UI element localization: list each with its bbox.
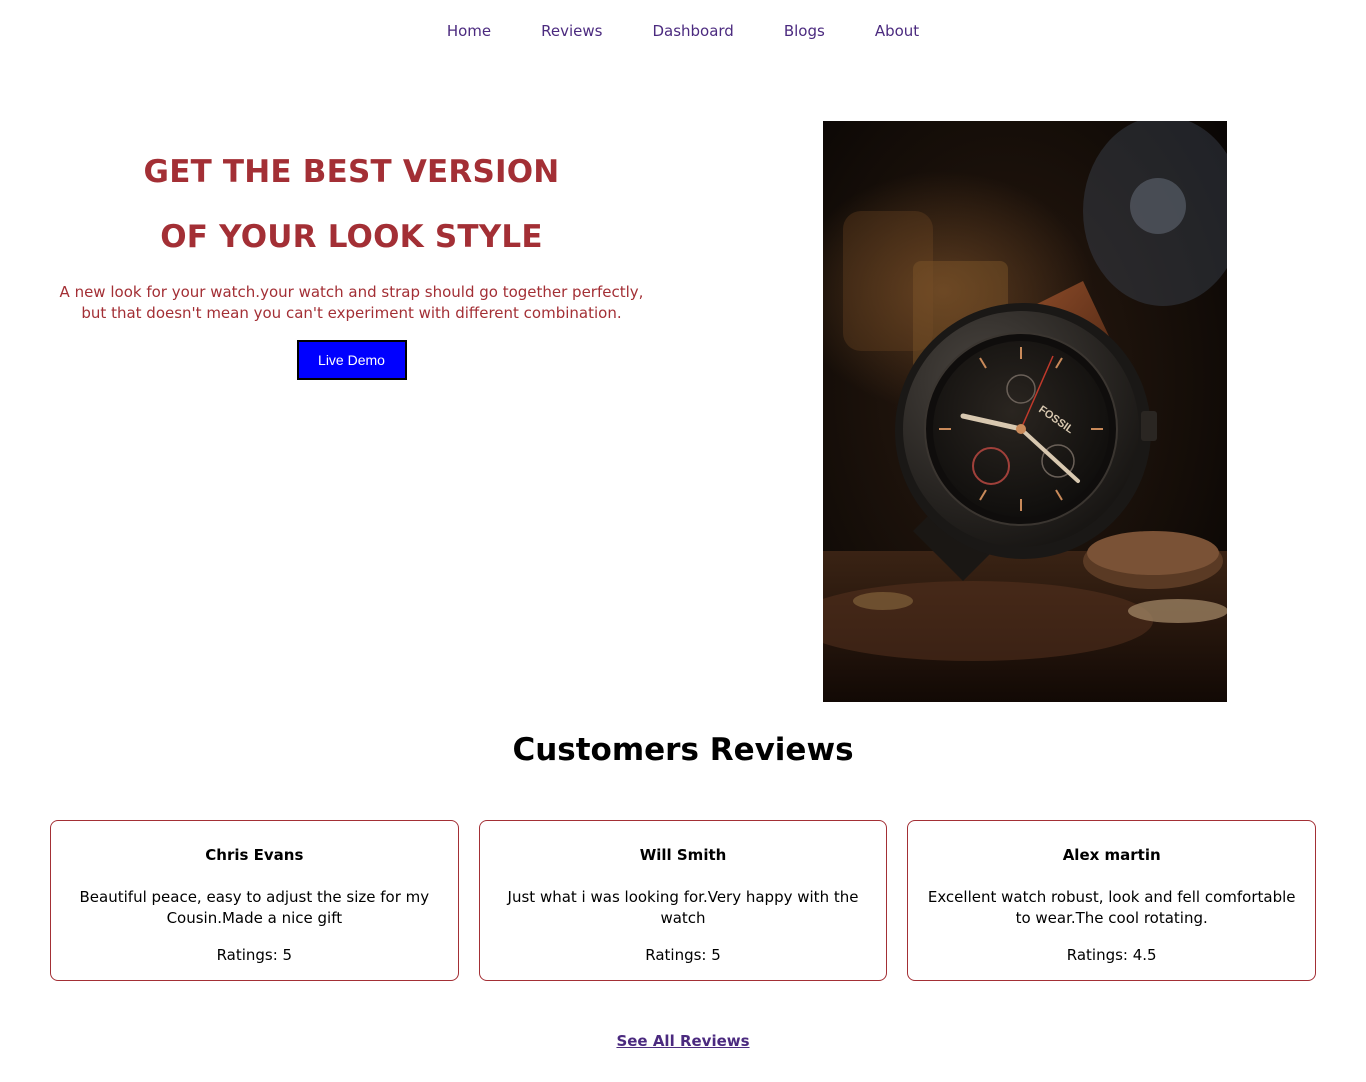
reviewer-name: Will Smith — [639, 846, 727, 864]
reviewer-name: Alex martin — [1062, 846, 1161, 864]
top-nav: Home Reviews Dashboard Blogs About — [0, 20, 1366, 42]
nav-dashboard[interactable]: Dashboard — [652, 20, 733, 42]
review-rating: Ratings: 5 — [645, 946, 721, 964]
hero-title-line2: OF YOUR LOOK STYLE — [160, 219, 543, 255]
nav-about[interactable]: About — [875, 20, 919, 42]
hero-description: A new look for your watch.your watch and… — [59, 283, 644, 322]
review-rating: Ratings: 4.5 — [1066, 946, 1157, 964]
watch-illustration: FOSSIL — [823, 121, 1227, 702]
review-text: Excellent watch robust, look and fell co… — [927, 888, 1296, 927]
review-text: Beautiful peace, easy to adjust the size… — [79, 888, 430, 927]
nav-reviews[interactable]: Reviews — [541, 20, 602, 42]
live-demo-button[interactable]: Live Demo — [296, 340, 407, 380]
hero-section: GET THE BEST VERSION OF YOUR LOOK STYLE … — [40, 140, 663, 380]
see-all-container: See All Reviews — [0, 1031, 1366, 1050]
review-card: Alex martin Excellent watch robust, look… — [907, 820, 1317, 981]
review-card: Chris Evans Beautiful peace, easy to adj… — [50, 820, 459, 981]
review-cards: Chris Evans Beautiful peace, easy to adj… — [50, 820, 1317, 981]
hero-title-line1: GET THE BEST VERSION — [143, 154, 560, 190]
review-card: Will Smith Just what i was looking for.V… — [478, 820, 888, 981]
nav-blogs[interactable]: Blogs — [784, 20, 825, 42]
review-text: Just what i was looking for.Very happy w… — [507, 888, 859, 927]
see-all-reviews-link[interactable]: See All Reviews — [616, 1032, 749, 1050]
review-rating: Ratings: 5 — [216, 946, 293, 964]
nav-home[interactable]: Home — [447, 20, 491, 42]
reviewer-name: Chris Evans — [205, 846, 304, 864]
watch-photo: FOSSIL — [823, 121, 1227, 702]
reviews-title: Customers Reviews — [512, 732, 854, 768]
